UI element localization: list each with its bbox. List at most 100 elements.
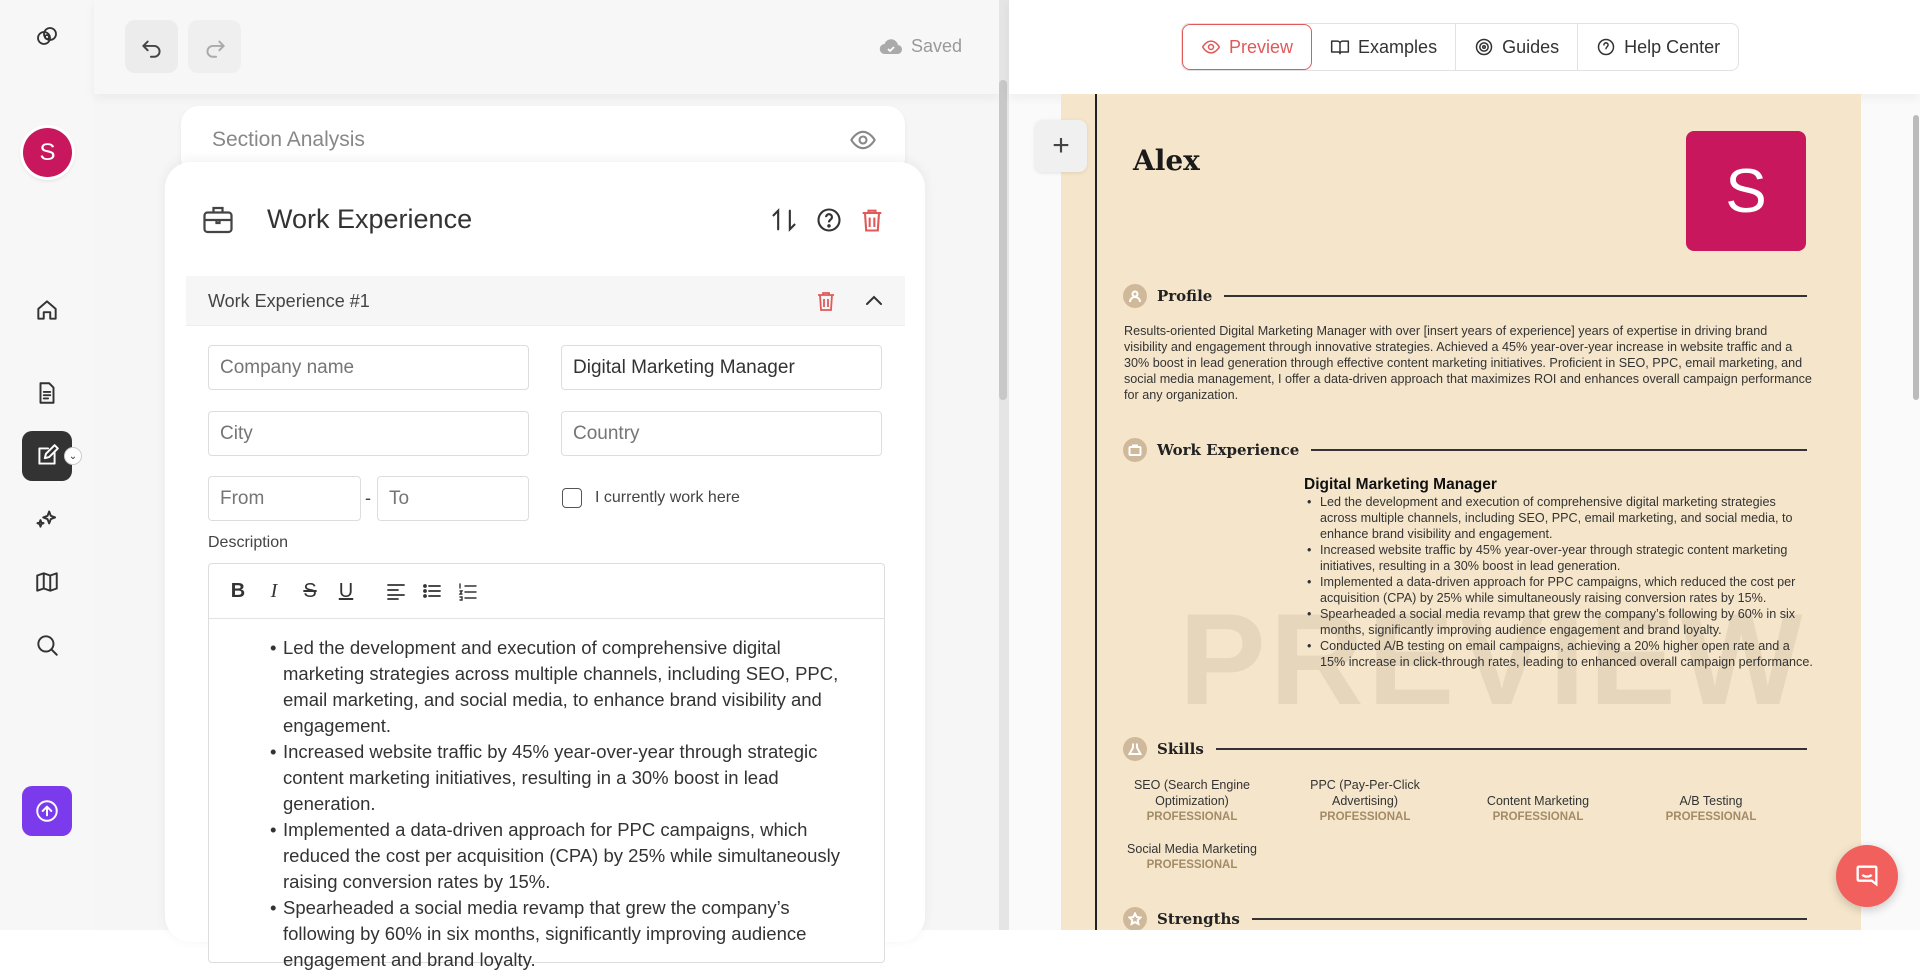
description-item[interactable]: Implemented a data-driven approach for P… — [270, 817, 860, 895]
date-separator: - — [365, 488, 371, 508]
redo-icon — [206, 40, 225, 58]
search-icon[interactable] — [22, 620, 72, 670]
preview-toolbar: Preview Examples Guides Help Center — [1009, 0, 1920, 94]
delete-section-icon[interactable] — [858, 206, 886, 234]
job-title-input[interactable]: Digital Marketing Manager — [561, 345, 882, 390]
save-status: Saved — [879, 36, 962, 57]
heading-rule — [1251, 918, 1807, 920]
resume-job-item: Spearheaded a social media revamp that g… — [1304, 606, 1814, 638]
tab-preview[interactable]: Preview — [1182, 24, 1313, 70]
description-label: Description — [208, 534, 289, 551]
editor-scrollbar[interactable] — [999, 80, 1007, 400]
country-input[interactable] — [561, 411, 882, 456]
tab-guides[interactable]: Guides — [1456, 24, 1579, 70]
entry-label: Work Experience #1 — [208, 291, 370, 311]
tab-examples-label: Examples — [1358, 36, 1438, 57]
description-item[interactable]: Spearheaded a social media revamp that g… — [270, 895, 860, 973]
reorder-icon[interactable] — [770, 206, 798, 234]
description-item[interactable]: Led the development and execution of com… — [270, 635, 860, 739]
section-title: Work Experience — [267, 204, 473, 234]
skill-item: Social Media Marketing PROFESSIONAL — [1117, 841, 1267, 873]
underline-icon[interactable]: U — [335, 580, 357, 602]
currently-work-label: I currently work here — [595, 489, 740, 506]
profile-heading-text: Profile — [1157, 287, 1213, 305]
collapse-chevron-icon[interactable] — [862, 289, 886, 313]
strengths-heading-text: Strengths — [1157, 910, 1240, 928]
skill-level: PROFESSIONAL — [1146, 859, 1238, 871]
left-sidebar: S ⌄ — [0, 0, 94, 930]
user-avatar[interactable]: S — [23, 128, 72, 177]
to-date-input[interactable] — [377, 476, 529, 521]
chat-icon — [1856, 865, 1878, 887]
document-icon[interactable] — [22, 368, 72, 418]
skill-item: A/B Testing PROFESSIONAL — [1636, 793, 1786, 825]
resume-name: Alex — [1133, 144, 1200, 177]
currently-work-checkbox[interactable] — [562, 488, 582, 508]
skills-heading: Skills — [1123, 737, 1807, 761]
map-icon[interactable] — [22, 557, 72, 607]
help-icon — [1597, 38, 1615, 56]
strengths-heading: Strengths — [1123, 907, 1807, 930]
sparkle-icon[interactable] — [22, 493, 72, 543]
skill-item: SEO (Search Engine Optimization) PROFESSI… — [1117, 777, 1267, 825]
description-item[interactable]: Increased website traffic by 45% year-ov… — [270, 739, 860, 817]
resume-margin-line — [1095, 94, 1097, 930]
delete-entry-icon[interactable] — [814, 289, 838, 313]
heading-rule — [1215, 748, 1807, 750]
skill-level: PROFESSIONAL — [1319, 811, 1411, 823]
description-list: Led the development and execution of com… — [209, 619, 884, 973]
resume-job-title: Digital Marketing Manager — [1304, 476, 1497, 493]
logo-icon[interactable] — [22, 12, 72, 62]
editor-toolbar: Saved — [94, 0, 999, 94]
bullet-list-icon[interactable] — [421, 580, 443, 602]
home-icon[interactable] — [22, 285, 72, 335]
undo-icon — [141, 40, 160, 58]
undo-button[interactable] — [125, 20, 178, 73]
profile-heading: Profile — [1123, 284, 1807, 308]
chat-button[interactable] — [1836, 845, 1898, 907]
heading-rule — [1311, 449, 1807, 451]
description-editor[interactable]: B I S U Led the development and executio… — [208, 563, 885, 970]
from-date-input[interactable] — [208, 476, 361, 521]
redo-button[interactable] — [188, 20, 241, 73]
add-section-button[interactable]: + — [1035, 120, 1087, 172]
skill-name: PPC (Pay-Per-Click Advertising) — [1310, 778, 1420, 808]
entry-header[interactable]: Work Experience #1 — [186, 276, 905, 326]
skill-name: Content Marketing — [1486, 794, 1590, 808]
work-heading-text: Work Experience — [1157, 441, 1300, 459]
briefcase-icon — [1123, 438, 1147, 462]
tab-examples[interactable]: Examples — [1312, 24, 1457, 70]
profile-icon — [1123, 284, 1147, 308]
eye-icon[interactable] — [849, 126, 877, 154]
help-icon[interactable] — [815, 206, 843, 234]
rte-toolbar: B I S U — [209, 564, 884, 619]
skills-heading-text: Skills — [1157, 740, 1204, 758]
skill-level: PROFESSIONAL — [1665, 811, 1757, 823]
work-heading: Work Experience — [1123, 438, 1807, 462]
resume-job-item: Conducted A/B testing on email campaigns… — [1304, 638, 1814, 670]
bold-icon[interactable]: B — [227, 580, 249, 602]
preview-scrollbar[interactable] — [1913, 115, 1919, 400]
skill-level: PROFESSIONAL — [1146, 811, 1238, 823]
chevron-down-icon[interactable]: ⌄ — [64, 447, 82, 465]
target-icon — [1475, 38, 1493, 56]
numbered-list-icon[interactable] — [457, 580, 479, 602]
upload-icon[interactable] — [22, 786, 72, 836]
tab-help-center[interactable]: Help Center — [1578, 24, 1738, 70]
eye-icon — [1201, 40, 1221, 54]
align-left-icon[interactable] — [385, 580, 407, 602]
company-name-input[interactable] — [208, 345, 529, 390]
city-input[interactable] — [208, 411, 529, 456]
resume-job-item: Implemented a data-driven approach for P… — [1304, 574, 1814, 606]
saved-label: Saved — [910, 36, 962, 56]
strikethrough-icon[interactable]: S — [299, 580, 321, 602]
star-icon — [1123, 907, 1147, 930]
resume-photo[interactable]: S — [1686, 131, 1806, 251]
panel-divider[interactable] — [999, 0, 1009, 930]
book-icon — [1330, 40, 1350, 55]
resume-job-item: Increased website traffic by 45% year-ov… — [1304, 542, 1814, 574]
skill-item: Content Marketing PROFESSIONAL — [1463, 793, 1613, 825]
italic-icon[interactable]: I — [263, 580, 285, 602]
skill-level: PROFESSIONAL — [1492, 811, 1584, 823]
tab-preview-label: Preview — [1229, 36, 1294, 57]
